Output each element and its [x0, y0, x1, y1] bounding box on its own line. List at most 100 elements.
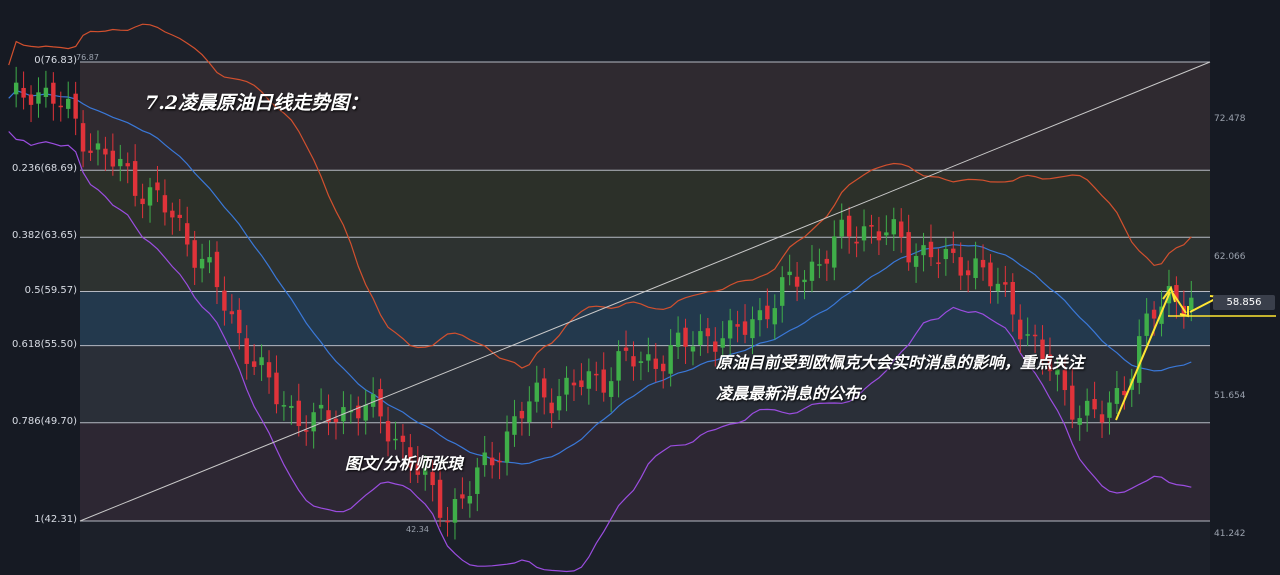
candle-body — [370, 394, 376, 407]
candle-body — [913, 256, 919, 267]
candle-body — [125, 163, 130, 167]
candle-body — [794, 276, 800, 287]
candle-body — [594, 373, 599, 376]
candle-body — [571, 382, 577, 386]
candle-body — [21, 87, 26, 98]
fib-zone — [80, 422, 1210, 521]
candle-body — [534, 382, 539, 402]
candle-body — [995, 283, 1001, 292]
candle-body — [170, 210, 175, 218]
candle-body — [482, 452, 487, 466]
candle-body — [757, 310, 763, 321]
fib-zone — [80, 62, 1210, 171]
candle-body — [66, 98, 71, 109]
candle-body — [921, 245, 926, 256]
candle-body — [504, 431, 510, 463]
candle-body — [259, 357, 264, 366]
fib-level-label: 0.5(59.57) — [24, 284, 77, 296]
candle-body — [965, 270, 971, 276]
candle-body — [1018, 319, 1023, 340]
candle-body — [88, 150, 93, 153]
price-axis-tick: 72.478 — [1214, 113, 1246, 124]
candle-body — [162, 195, 168, 213]
candle-body — [661, 363, 666, 372]
candle-body — [780, 277, 785, 306]
author-annotation: 图文/分析师张琅 — [345, 454, 463, 473]
candle-body — [1077, 418, 1082, 425]
candle-body — [251, 361, 257, 367]
commentary-annotation: 原油目前受到欧佩克大会实时消息的影响，重点关注凌晨最新消息的公布。 — [716, 353, 1085, 403]
candle-body — [653, 358, 658, 369]
candle-body — [244, 338, 249, 364]
candle-body — [118, 158, 123, 167]
candle-body — [185, 223, 190, 245]
candle-body — [58, 105, 63, 108]
candle-body — [586, 371, 592, 389]
candle-body — [884, 232, 889, 236]
candle-body — [616, 351, 621, 381]
candle-body — [199, 258, 205, 269]
candle-body — [579, 380, 584, 388]
candle-body — [445, 520, 450, 523]
candle-body — [333, 418, 339, 423]
low-price-label: 42.34 — [406, 525, 429, 534]
candle-body — [304, 430, 309, 432]
candle-body — [214, 251, 220, 288]
current-price-tag: 58.856 — [1213, 295, 1275, 310]
candle-body — [549, 402, 554, 414]
price-axis-tick: 41.242 — [1214, 529, 1246, 540]
candle-body — [73, 93, 78, 119]
candle-body — [400, 435, 406, 442]
high-price-label: 76.87 — [76, 53, 99, 62]
candle-body — [698, 331, 703, 345]
candle-body — [1010, 281, 1015, 315]
fib-level-label: 0.236(68.69) — [11, 163, 77, 175]
price-axis-tick: 51.654 — [1214, 390, 1246, 401]
candle-body — [1114, 388, 1120, 404]
candle-body — [527, 401, 532, 423]
candlestick-chart — [8, 0, 1276, 575]
candle-body — [296, 400, 301, 427]
candle-body — [132, 161, 138, 196]
candle-body — [237, 309, 242, 334]
candle-body — [13, 82, 19, 95]
candle-body — [832, 236, 837, 268]
candle-body — [980, 259, 986, 268]
candle-body — [95, 143, 101, 150]
candle-body — [809, 261, 815, 281]
candle-body — [103, 148, 108, 155]
candle-body — [393, 438, 398, 441]
candle-body — [110, 150, 116, 167]
candle-body — [467, 495, 473, 504]
candle-body — [155, 182, 160, 191]
candle-body — [765, 305, 770, 320]
candle-body — [1099, 414, 1105, 423]
candle-body — [460, 494, 465, 499]
candle-body — [497, 460, 502, 463]
candle-body — [601, 369, 606, 393]
price-axis-tick: 62.066 — [1214, 252, 1246, 263]
candle-body — [519, 410, 525, 419]
candle-body — [475, 467, 480, 494]
candle-body — [207, 257, 212, 263]
candle-body — [690, 346, 696, 352]
candle-body — [742, 321, 748, 335]
candle-body — [817, 264, 822, 266]
candle-body — [36, 92, 41, 104]
candle-body — [437, 479, 443, 518]
candle-body — [631, 356, 636, 367]
fib-level-label: 0(76.83) — [34, 55, 77, 66]
candle-body — [876, 231, 882, 241]
candle-body — [750, 319, 755, 339]
candle-body — [452, 499, 458, 523]
candle-body — [147, 187, 153, 206]
candle-body — [80, 123, 86, 152]
candle-body — [229, 311, 235, 315]
candle-body — [363, 404, 368, 421]
candle-body — [489, 457, 495, 466]
candle-body — [43, 87, 49, 97]
candle-body — [1003, 282, 1008, 285]
candle-body — [311, 412, 316, 432]
candle-body — [988, 262, 993, 287]
fib-zone — [80, 291, 1210, 346]
